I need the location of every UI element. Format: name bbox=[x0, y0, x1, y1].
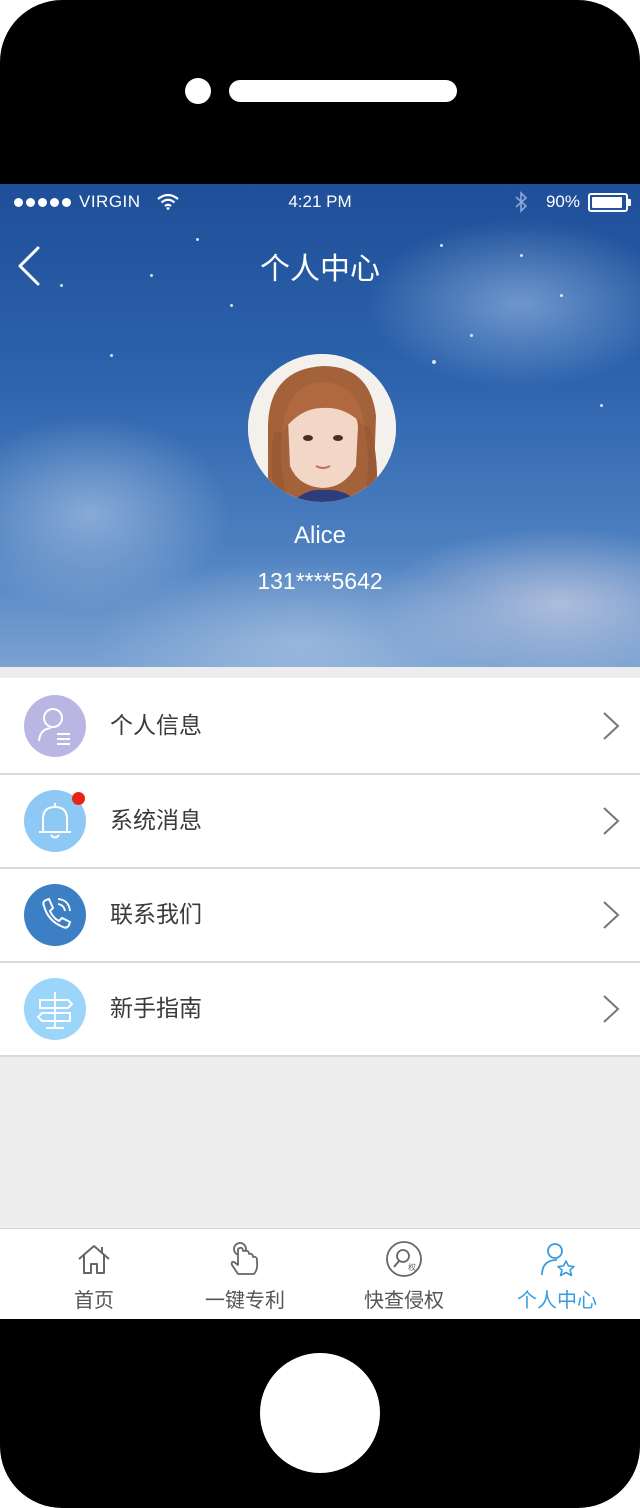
tab-one-click-patent[interactable]: 一键专利 bbox=[165, 1229, 325, 1319]
bluetooth-icon bbox=[515, 191, 528, 213]
user-info-icon bbox=[24, 694, 86, 757]
phone-frame: VIRGIN 4:21 PM 90% 个人中心 Alice 131****564… bbox=[0, 0, 640, 1508]
menu-item-label: 新手指南 bbox=[110, 996, 202, 1022]
phone-icon bbox=[24, 884, 86, 946]
menu-item-beginner-guide[interactable]: 新手指南 bbox=[0, 963, 640, 1057]
chevron-right-icon bbox=[603, 901, 620, 929]
home-icon bbox=[78, 1245, 110, 1274]
tap-hand-icon bbox=[230, 1242, 259, 1275]
chevron-right-icon bbox=[603, 995, 620, 1023]
menu-item-label: 系统消息 bbox=[110, 808, 202, 834]
avatar[interactable] bbox=[248, 354, 396, 502]
bell-icon bbox=[24, 790, 86, 852]
svg-text:权: 权 bbox=[408, 1262, 416, 1272]
tab-bar: 首页 一键专利 权 快查侵权 个人中心 bbox=[0, 1228, 640, 1319]
menu-item-personal-info[interactable]: 个人信息 bbox=[0, 678, 640, 775]
unread-badge bbox=[72, 792, 85, 805]
tab-label: 快查侵权 bbox=[364, 1288, 444, 1312]
home-button[interactable] bbox=[260, 1353, 380, 1473]
navigation-bar: 个人中心 bbox=[0, 234, 640, 294]
battery-percent: 90% bbox=[545, 192, 580, 211]
speaker-grille bbox=[229, 80, 457, 102]
tab-label: 一键专利 bbox=[205, 1288, 285, 1312]
menu-item-label: 个人信息 bbox=[110, 712, 202, 739]
signpost-icon bbox=[24, 978, 86, 1040]
user-phone: 131****5642 bbox=[257, 568, 383, 594]
menu-item-system-messages[interactable]: 系统消息 bbox=[0, 775, 640, 869]
search-rights-icon: 权 bbox=[386, 1241, 422, 1277]
front-camera bbox=[185, 78, 211, 104]
tab-label: 个人中心 bbox=[517, 1288, 597, 1312]
tab-label: 首页 bbox=[74, 1288, 114, 1312]
screen: VIRGIN 4:21 PM 90% 个人中心 Alice 131****564… bbox=[0, 184, 640, 1319]
user-name: Alice bbox=[293, 522, 347, 549]
profile-star-icon bbox=[541, 1243, 575, 1277]
profile-menu: 个人信息 系统消息 联系我们 新手指南 bbox=[0, 678, 640, 1057]
chevron-right-icon bbox=[603, 711, 620, 740]
tab-personal-center[interactable]: 个人中心 bbox=[477, 1229, 637, 1319]
avatar-image bbox=[248, 354, 396, 502]
chevron-right-icon bbox=[603, 807, 620, 835]
menu-item-label: 联系我们 bbox=[110, 902, 202, 928]
page-title: 个人中心 bbox=[260, 252, 380, 287]
menu-item-contact-us[interactable]: 联系我们 bbox=[0, 869, 640, 963]
status-bar: VIRGIN 4:21 PM 90% bbox=[0, 184, 640, 220]
tab-infringement-check[interactable]: 权 快查侵权 bbox=[324, 1229, 484, 1319]
tab-home[interactable]: 首页 bbox=[14, 1229, 174, 1319]
battery-icon bbox=[588, 192, 631, 212]
profile-header-background: VIRGIN 4:21 PM 90% 个人中心 Alice 131****564… bbox=[0, 184, 640, 667]
